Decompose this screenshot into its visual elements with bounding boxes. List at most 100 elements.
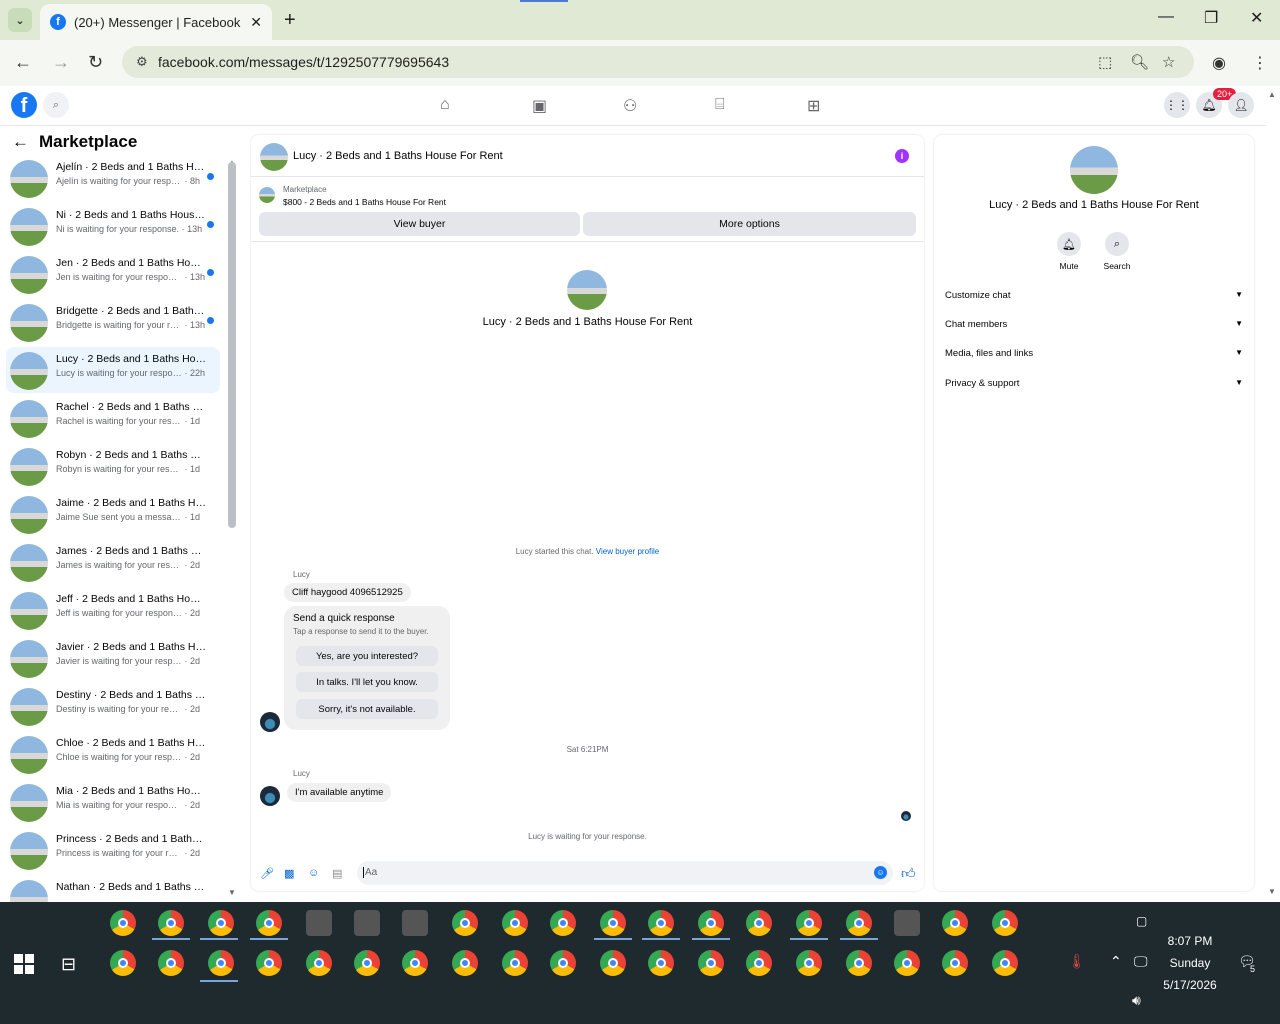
taskbar-app-icon[interactable] bbox=[256, 950, 282, 976]
conversation-item[interactable]: Robyn · 2 Beds and 1 Baths House For Ren… bbox=[6, 443, 220, 489]
conversation-item[interactable]: Mia · 2 Beds and 1 Baths House For Rent M… bbox=[6, 779, 220, 825]
show-desktop-icon[interactable]: ▢ bbox=[1136, 914, 1147, 928]
taskbar-app-icon[interactable] bbox=[256, 910, 282, 936]
conversation-item[interactable]: Javier · 2 Beds and 1 Baths House For Re… bbox=[6, 635, 220, 681]
sticker-icon[interactable]: ☺ bbox=[308, 867, 319, 879]
close-tab-icon[interactable]: ✕ bbox=[250, 14, 262, 31]
conversation-item[interactable]: Princess · 2 Beds and 1 Baths House For … bbox=[6, 827, 220, 873]
privacy-support-row[interactable]: Privacy & support ▼ bbox=[945, 378, 1243, 389]
taskbar-app-icon[interactable] bbox=[698, 910, 724, 936]
taskbar-app-icon[interactable] bbox=[942, 950, 968, 976]
install-app-icon[interactable]: ⬚ bbox=[1098, 53, 1112, 71]
conversation-item[interactable]: Ajelín · 2 Beds and 1 Baths House For Re… bbox=[6, 155, 220, 201]
network-icon[interactable]: 🖵 bbox=[1134, 953, 1148, 970]
thermometer-icon[interactable]: 🌡︎ bbox=[1068, 953, 1086, 970]
photo-icon[interactable]: ▩ bbox=[284, 867, 294, 880]
browser-tab[interactable]: f (20+) Messenger | Facebook ✕ bbox=[40, 4, 272, 40]
facebook-logo-icon[interactable]: f bbox=[11, 92, 37, 118]
page-scroll-up-icon[interactable]: ▲ bbox=[1268, 90, 1276, 99]
taskbar-app-icon[interactable] bbox=[894, 910, 920, 936]
site-info-icon[interactable]: ⚙ bbox=[136, 54, 148, 70]
scroll-down-icon[interactable]: ▼ bbox=[228, 888, 236, 897]
taskbar-app-icon[interactable] bbox=[402, 910, 428, 936]
message-input[interactable]: Aa ☺ bbox=[357, 861, 893, 885]
sidebar-scrollbar[interactable] bbox=[228, 162, 236, 528]
home-icon[interactable]: ⌂ bbox=[440, 96, 450, 114]
taskbar-app-icon[interactable] bbox=[992, 910, 1018, 936]
conversation-item[interactable]: Nathan · 2 Beds and 1 Baths House For Re… bbox=[6, 875, 220, 902]
forward-icon[interactable]: → bbox=[52, 52, 70, 73]
taskbar-app-icon[interactable] bbox=[600, 950, 626, 976]
taskbar-app-icon[interactable] bbox=[306, 950, 332, 976]
tray-chevron-up-icon[interactable]: ⌃ bbox=[1110, 953, 1122, 970]
gaming-icon[interactable]: ⊞ bbox=[807, 96, 820, 116]
windows-start-icon[interactable] bbox=[14, 954, 34, 974]
conversation-item[interactable]: James · 2 Beds and 1 Baths House For Ren… bbox=[6, 539, 220, 585]
bookmark-star-icon[interactable]: ☆ bbox=[1162, 53, 1175, 71]
chat-members-row[interactable]: Chat members ▼ bbox=[945, 319, 1243, 330]
taskbar-app-icon[interactable] bbox=[600, 910, 626, 936]
back-icon[interactable]: ← bbox=[14, 52, 32, 73]
conversation-item[interactable]: Jaime · 2 Beds and 1 Baths House For Ren… bbox=[6, 491, 220, 537]
minimize-icon[interactable]: — bbox=[1158, 8, 1174, 26]
taskbar-app-icon[interactable] bbox=[208, 950, 234, 976]
more-options-button[interactable]: More options bbox=[583, 212, 916, 236]
thumbs-up-icon[interactable]: 👍︎ bbox=[901, 865, 916, 882]
close-window-icon[interactable]: ✕ bbox=[1250, 8, 1263, 28]
microphone-icon[interactable]: 🎤︎ bbox=[260, 867, 274, 880]
conversation-item[interactable]: Destiny · 2 Beds and 1 Baths House For R… bbox=[6, 683, 220, 729]
taskbar-app-icon[interactable] bbox=[796, 950, 822, 976]
conversation-item[interactable]: Jen · 2 Beds and 1 Baths House For Rent J… bbox=[6, 251, 220, 297]
page-scroll-down-icon[interactable]: ▼ bbox=[1268, 887, 1276, 896]
taskbar-app-icon[interactable] bbox=[158, 910, 184, 936]
sender-avatar[interactable] bbox=[260, 712, 280, 732]
taskbar-app-icon[interactable] bbox=[354, 910, 380, 936]
taskbar-app-icon[interactable] bbox=[550, 950, 576, 976]
conversation-item[interactable]: Bridgette · 2 Beds and 1 Baths House For… bbox=[6, 299, 220, 345]
conversation-item[interactable]: Jeff · 2 Beds and 1 Baths House For Rent… bbox=[6, 587, 220, 633]
quick-reply-button[interactable]: Yes, are you interested? bbox=[296, 646, 438, 666]
reload-icon[interactable]: ↻ bbox=[88, 52, 103, 73]
conversation-item[interactable]: Ni · 2 Beds and 1 Baths House For Rent Ni… bbox=[6, 203, 220, 249]
menu-kebab-icon[interactable]: ⋮ bbox=[1252, 53, 1268, 73]
taskbar-app-icon[interactable] bbox=[306, 910, 332, 936]
view-buyer-button[interactable]: View buyer bbox=[259, 212, 580, 236]
taskbar-app-icon[interactable] bbox=[746, 950, 772, 976]
taskbar-app-icon[interactable] bbox=[208, 910, 234, 936]
taskbar-app-icon[interactable] bbox=[354, 950, 380, 976]
taskbar-app-icon[interactable] bbox=[796, 910, 822, 936]
taskbar-app-icon[interactable] bbox=[746, 910, 772, 936]
taskbar-app-icon[interactable] bbox=[452, 910, 478, 936]
taskbar-app-icon[interactable] bbox=[846, 950, 872, 976]
groups-icon[interactable]: ⚇ bbox=[623, 96, 637, 116]
taskbar-app-icon[interactable] bbox=[846, 910, 872, 936]
taskbar-app-icon[interactable] bbox=[110, 950, 136, 976]
search-button[interactable]: ⌕ Search bbox=[1097, 232, 1137, 271]
sender-avatar[interactable] bbox=[260, 786, 280, 806]
info-icon[interactable]: i bbox=[895, 149, 909, 163]
taskbar-app-icon[interactable] bbox=[648, 950, 674, 976]
taskbar-app-icon[interactable] bbox=[502, 950, 528, 976]
back-arrow-icon[interactable]: ← bbox=[12, 132, 29, 152]
restore-icon[interactable]: ❐ bbox=[1204, 8, 1218, 28]
marketplace-icon[interactable]: ⌸ bbox=[715, 96, 725, 114]
tab-search-button[interactable]: ⌄ bbox=[8, 8, 32, 32]
quick-reply-button[interactable]: In talks. I'll let you know. bbox=[296, 672, 438, 692]
menu-grid-icon[interactable]: ⋮⋮ bbox=[1164, 92, 1190, 118]
address-bar[interactable]: ⚙ facebook.com/messages/t/12925077796956… bbox=[122, 46, 1194, 78]
listing-title[interactable]: $800 - 2 Beds and 1 Baths House For Rent bbox=[283, 197, 446, 207]
zoom-icon[interactable]: 🔍︎ bbox=[1130, 53, 1149, 71]
taskbar-app-icon[interactable] bbox=[698, 950, 724, 976]
account-avatar[interactable]: 👤︎ bbox=[1228, 92, 1254, 118]
emoji-icon[interactable]: ☺ bbox=[874, 866, 887, 879]
media-files-links-row[interactable]: Media, files and links ▼ bbox=[945, 348, 1243, 359]
taskbar-app-icon[interactable] bbox=[550, 910, 576, 936]
video-icon[interactable]: ▣ bbox=[532, 96, 547, 116]
gif-icon[interactable]: ▤ bbox=[332, 867, 342, 880]
taskbar-app-icon[interactable] bbox=[894, 950, 920, 976]
profile-icon[interactable]: ◉ bbox=[1212, 53, 1226, 73]
conversation-item[interactable]: Lucy · 2 Beds and 1 Baths House For Rent… bbox=[6, 347, 220, 393]
quick-reply-button[interactable]: Sorry, it's not available. bbox=[296, 699, 438, 719]
taskbar-app-icon[interactable] bbox=[452, 950, 478, 976]
clock-date[interactable]: 5/17/2026 bbox=[1152, 978, 1228, 992]
